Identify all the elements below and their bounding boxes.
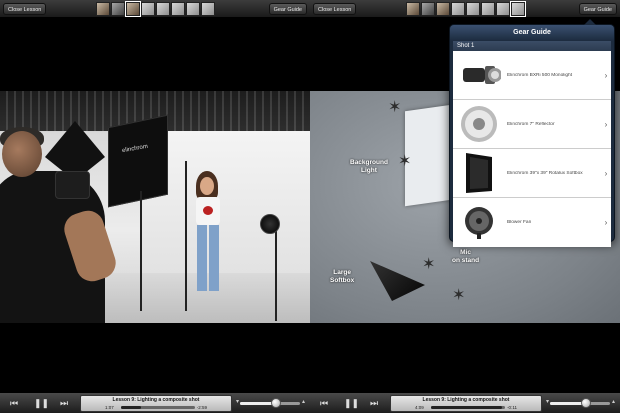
player-controls: ⏮ ❚❚ ⏭ Lesson 9: Lighting a composite sh… [0, 392, 310, 413]
gear-list: Elinchrom BXRi 500 Monolight › Elinchrom… [453, 51, 611, 247]
volume-knob[interactable] [581, 398, 591, 408]
shot-thumbnail[interactable] [406, 2, 420, 16]
shot-thumbnail[interactable] [496, 2, 510, 16]
gear-guide-popover: Gear Guide Shot 1 Elinchrom BXRi 500 Mon… [449, 19, 615, 247]
large-softbox-label: Large Softbox [330, 269, 355, 284]
light-stand [185, 161, 187, 311]
shot-thumbnail[interactable] [421, 2, 435, 16]
shot-thumbnail[interactable] [436, 2, 450, 16]
studio-photo: elinchrom [0, 91, 310, 323]
light-stand [140, 191, 142, 311]
next-icon[interactable]: ⏭ [370, 397, 378, 410]
light-stand [275, 231, 277, 321]
background-light-icon [398, 153, 416, 171]
lesson-title: Lesson 9: Lighting a composite shot [422, 397, 510, 403]
shot-thumbnail[interactable] [201, 2, 215, 16]
model-figure [190, 171, 226, 291]
lesson-title: Lesson 9: Lighting a composite shot [112, 397, 200, 403]
shot-thumbnail[interactable] [451, 2, 465, 16]
softbox-light [108, 114, 168, 208]
volume-high-icon: ▴ [612, 399, 616, 405]
scrubber[interactable] [121, 406, 195, 409]
previous-icon[interactable]: ⏮ [10, 397, 18, 410]
light-stand-icon [388, 99, 406, 117]
now-playing-panel: Lesson 9: Lighting a composite shot 1:07… [80, 395, 232, 412]
section-header: Shot 1 [453, 41, 611, 51]
remaining-time: -0:11 [507, 405, 517, 410]
scrubber-fill [431, 406, 503, 409]
camera-icon [55, 171, 90, 199]
gear-item-name: Elinchrom BXRi 500 Monolight [507, 72, 573, 78]
gear-guide-button[interactable]: Gear Guide [268, 3, 307, 15]
camera-on-tripod-icon [452, 287, 470, 305]
volume-slider[interactable] [550, 398, 610, 408]
chevron-right-icon: › [604, 119, 608, 129]
gear-item-name: Elinchrom 39"x 39" Rotalux Softbox [507, 170, 583, 176]
chevron-right-icon: › [604, 70, 608, 80]
gear-item-softbox[interactable]: Elinchrom 39"x 39" Rotalux Softbox › [453, 149, 611, 198]
right-pane: Close Lesson Gear Guide Background Light… [310, 0, 620, 413]
shot-thumbnail[interactable] [96, 2, 110, 16]
elapsed-time: 1:07 [105, 405, 114, 410]
mic-stand-icon [422, 256, 440, 274]
shot-thumbnail[interactable] [481, 2, 495, 16]
player-controls: ⏮ ❚❚ ⏭ Lesson 9: Lighting a composite sh… [310, 392, 620, 413]
monolight-icon [455, 53, 503, 98]
shot-thumbnails [96, 1, 215, 17]
gear-item-monolight[interactable]: Elinchrom BXRi 500 Monolight › [453, 51, 611, 100]
scrubber-fill [121, 406, 141, 409]
background-light-label: Background Light [350, 159, 388, 174]
elapsed-time: 4:09 [415, 405, 424, 410]
top-toolbar: Close Lesson Gear Guide [0, 0, 310, 18]
mic-on-stand-label: Mic on stand [452, 249, 480, 264]
large-softbox-shape [370, 261, 425, 301]
chevron-right-icon: › [604, 168, 608, 178]
top-toolbar: Close Lesson Gear Guide [310, 0, 620, 18]
close-lesson-button[interactable]: Close Lesson [3, 3, 47, 15]
shot-thumbnail[interactable] [156, 2, 170, 16]
shot-thumbnail[interactable] [111, 2, 125, 16]
volume-low-icon: ▾ [546, 399, 550, 405]
reflector-icon [455, 102, 503, 147]
shot-thumbnail[interactable] [466, 2, 480, 16]
volume-low-icon: ▾ [236, 399, 240, 405]
shot-thumbnail[interactable] [141, 2, 155, 16]
left-pane: Close Lesson Gear Guide elinchrom ⏮ ❚❚ ⏭… [0, 0, 310, 413]
pause-icon[interactable]: ❚❚ [34, 397, 49, 410]
volume-high-icon: ▴ [302, 399, 306, 405]
shot-thumbnail[interactable] [171, 2, 185, 16]
shot-thumbnails [406, 1, 526, 17]
chevron-right-icon: › [604, 218, 608, 227]
gear-item-fan[interactable]: Blower Fan › [453, 198, 611, 247]
volume-knob[interactable] [271, 398, 281, 408]
softbox-icon [455, 151, 503, 196]
volume-slider[interactable] [240, 398, 300, 408]
gear-item-name: Blower Fan [507, 220, 532, 225]
fan-icon [455, 200, 503, 245]
reflector-light [260, 214, 280, 234]
shot-thumbnail-selected[interactable] [510, 1, 526, 17]
gear-guide-button[interactable]: Gear Guide [578, 3, 617, 15]
shot-thumbnail[interactable] [186, 2, 200, 16]
previous-icon[interactable]: ⏮ [320, 397, 328, 410]
gear-item-name: Elinchrom 7" Reflector [507, 121, 555, 127]
pause-icon[interactable]: ❚❚ [344, 397, 359, 410]
remaining-time: -2:59 [196, 405, 207, 410]
now-playing-panel: Lesson 9: Lighting a composite shot 4:09… [390, 395, 542, 412]
shot-thumbnail-selected[interactable] [125, 1, 141, 17]
scrubber[interactable] [431, 406, 505, 409]
popover-title: Gear Guide [450, 25, 614, 41]
photographer-figure [0, 127, 120, 323]
gear-item-reflector[interactable]: Elinchrom 7" Reflector › [453, 100, 611, 149]
next-icon[interactable]: ⏭ [60, 397, 68, 410]
close-lesson-button[interactable]: Close Lesson [313, 3, 357, 15]
